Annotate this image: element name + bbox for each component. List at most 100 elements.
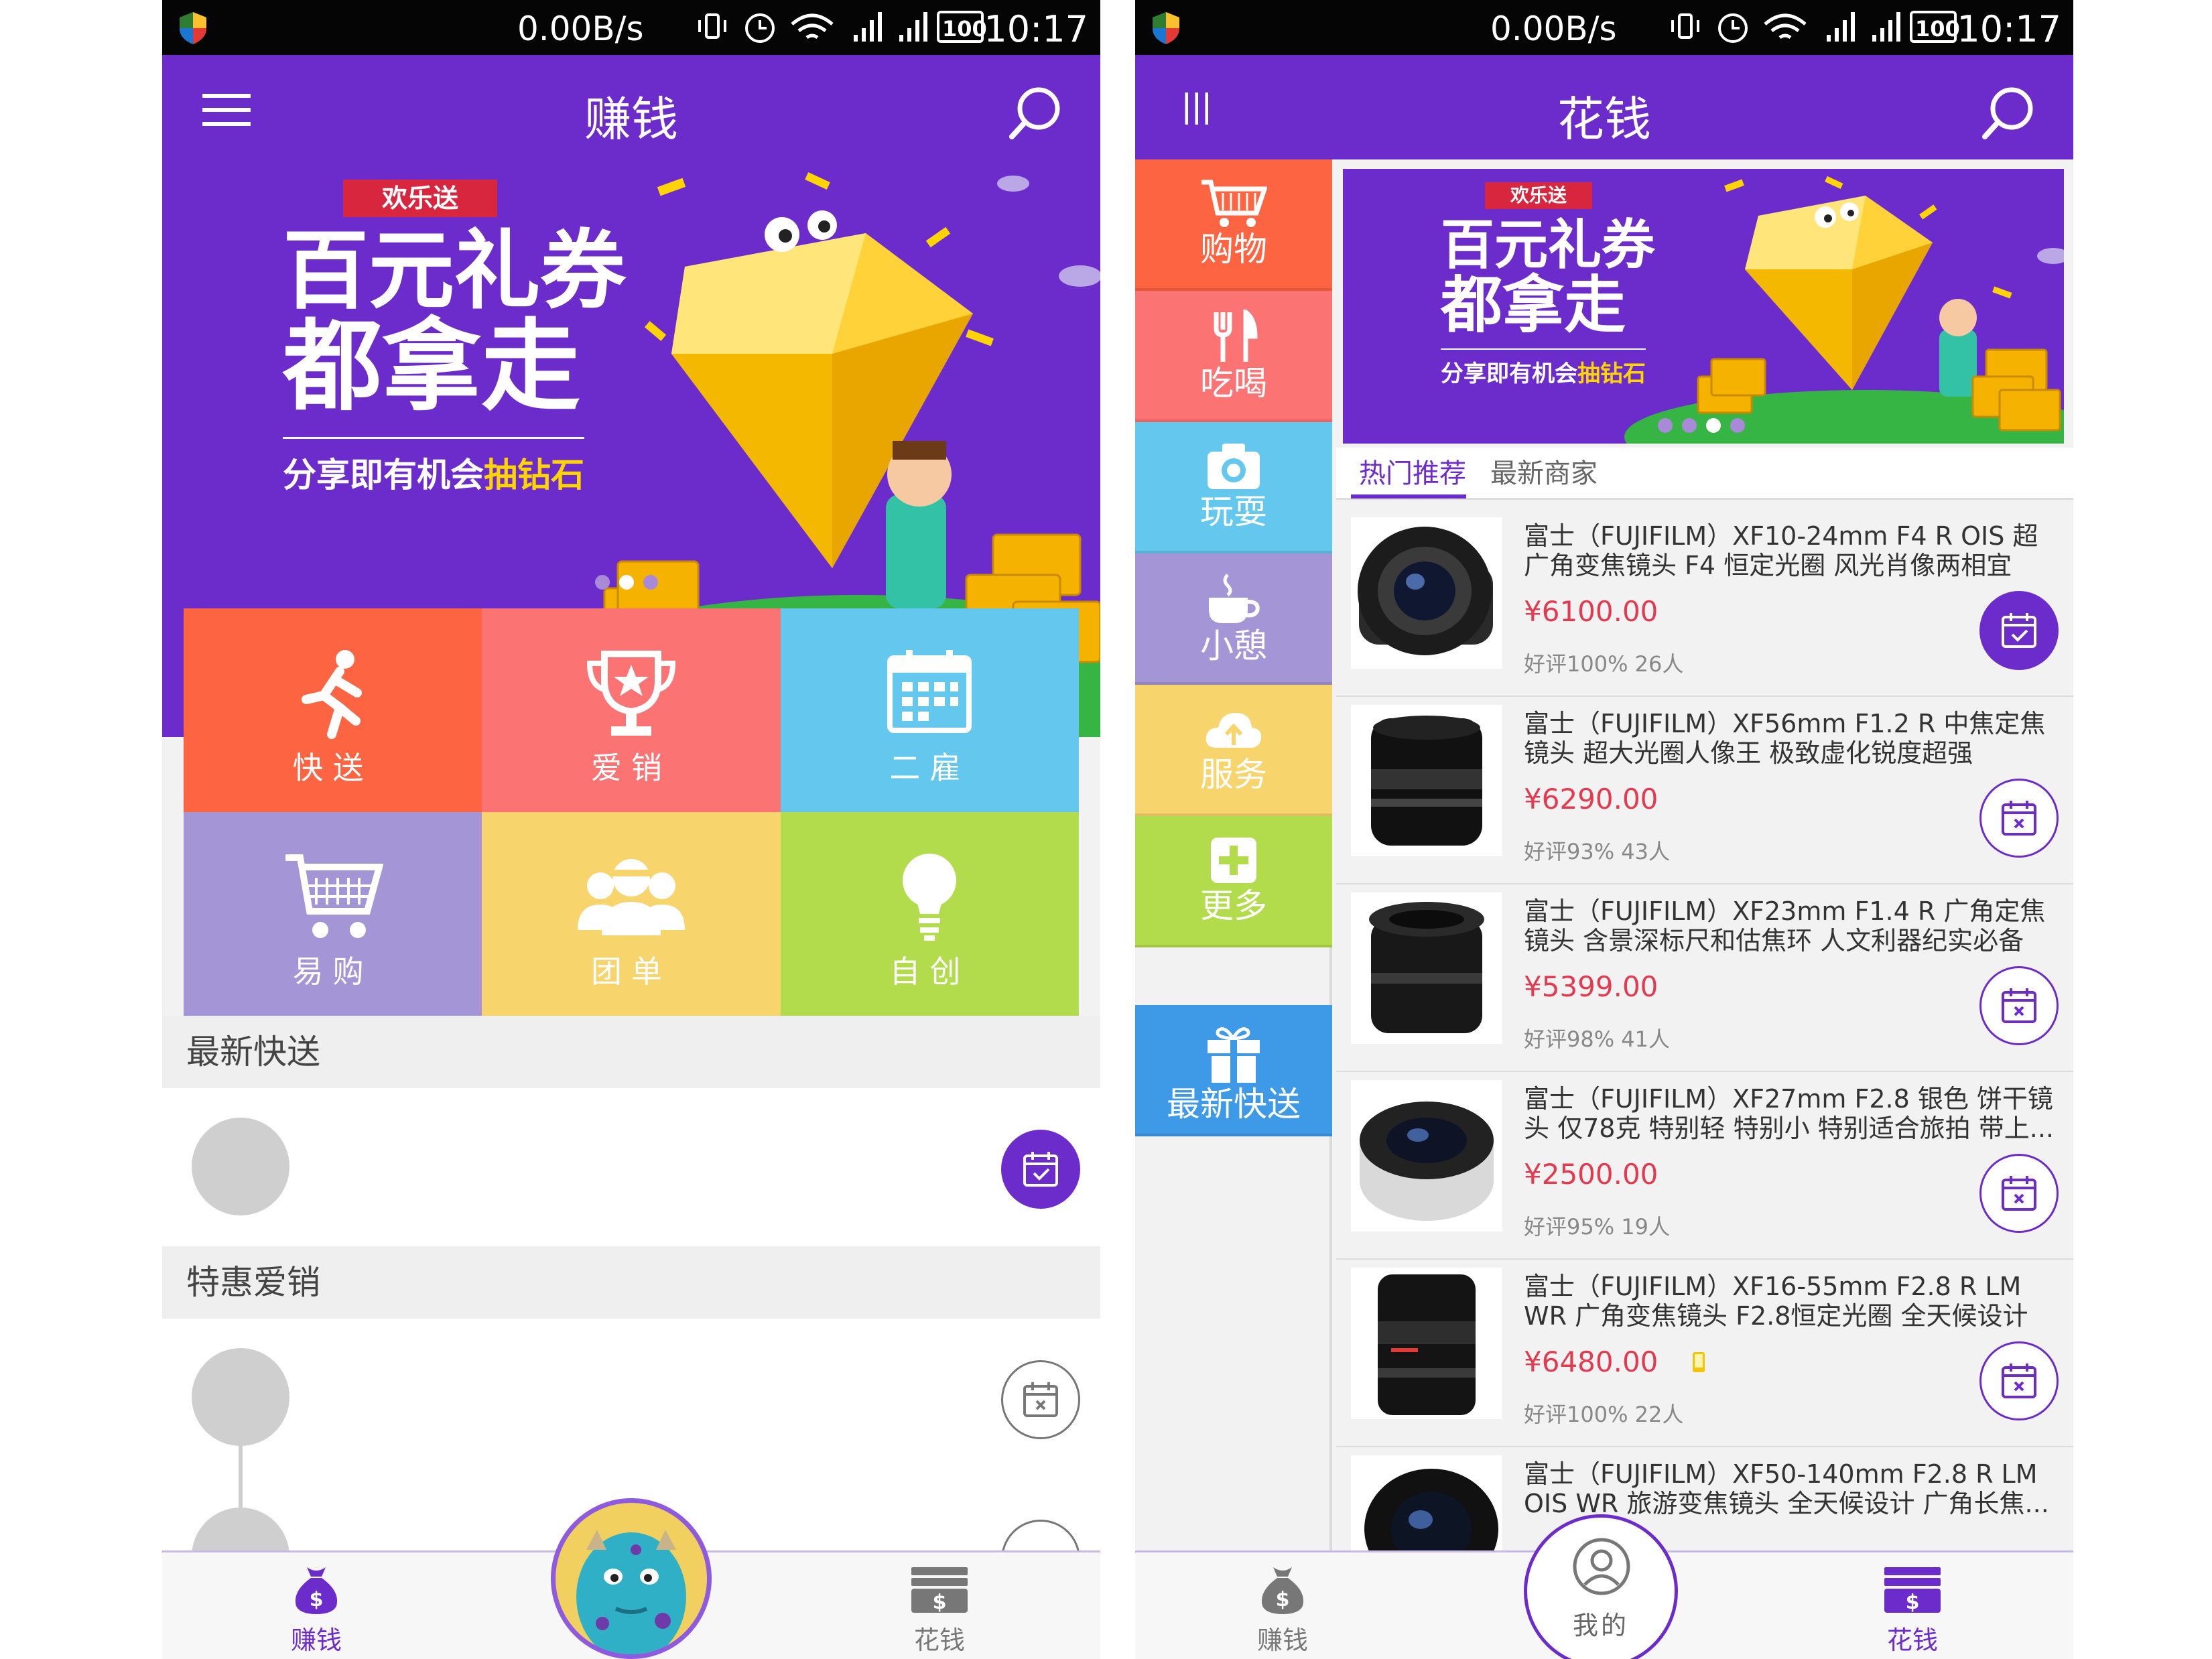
mobile-phone-icon (1693, 1352, 1705, 1372)
pager-dot[interactable] (643, 575, 658, 590)
product-name: 富士（FUJIFILM）XF16-55mm F2.8 R LM WR 广角变焦镜… (1524, 1272, 2028, 1331)
search-icon[interactable] (1006, 84, 1063, 141)
book-button[interactable] (1979, 779, 2059, 858)
product-card[interactable]: 富士（FUJIFILM）XF16-55mm F2.8 R LM WR 广角变焦镜… (1336, 1260, 2073, 1447)
product-rating: 好评95% 19人 (1524, 1214, 1671, 1240)
tile-easy-buy[interactable]: 易购 (184, 812, 482, 1016)
avatar (192, 1118, 289, 1215)
category-more[interactable]: 更多 (1135, 816, 1332, 947)
lightbulb-icon (903, 854, 957, 941)
tile-create[interactable]: 自创 (780, 812, 1079, 1016)
banner-subline: 分享即有机会抽钻石 (1441, 348, 1646, 388)
battery-level: 100 (1915, 16, 1960, 42)
profile-avatar[interactable] (551, 1498, 712, 1659)
category-food[interactable]: 吃喝 (1135, 291, 1332, 422)
calendar-x-icon (2002, 801, 2036, 836)
tile-express[interactable]: 快送 (184, 608, 482, 812)
product-card[interactable]: 富士（FUJIFILM）XF23mm F1.4 R 广角定焦镜头 含景深标尺和估… (1336, 884, 2073, 1072)
book-button[interactable] (1979, 1341, 2059, 1420)
nav-earn[interactable]: $ 赚钱 (1216, 1565, 1350, 1656)
tile-group-deal[interactable]: 团单 (482, 812, 781, 1016)
calendar-x-icon (2002, 1176, 2036, 1211)
nav-earn[interactable]: $ 赚钱 (249, 1565, 383, 1656)
security-shield-icon (180, 12, 206, 44)
lens-image-icon (1358, 527, 1493, 655)
nav-me-button[interactable]: 我的 (1524, 1514, 1678, 1659)
status-bar: 0.00B/s 100 10:17 (162, 0, 1100, 55)
banner-ribbon: 欢乐送 (343, 180, 497, 217)
calendar-x-icon (2002, 988, 2036, 1023)
pager-dot-active[interactable] (1706, 418, 1721, 433)
category-play[interactable]: 玩耍 (1135, 422, 1332, 553)
category-rest[interactable]: 小憩 (1135, 553, 1332, 685)
pager-dot[interactable] (1682, 418, 1697, 433)
status-bar: 0.00B/s 100 10:17 (1135, 0, 2073, 55)
pager-dot-active[interactable] (619, 575, 634, 590)
nav-spend[interactable]: $ 花钱 (872, 1565, 1006, 1656)
product-name: 富士（FUJIFILM）XF10-24mm F4 R OIS 超广角变焦镜头 F… (1524, 521, 2038, 580)
category-service[interactable]: 服务 (1135, 685, 1332, 816)
product-price: ¥2500.00 (1524, 1158, 1658, 1191)
product-image (1351, 517, 1502, 669)
product-rating: 好评100% 26人 (1524, 651, 1684, 677)
category-label: 玩耍 (1200, 492, 1267, 531)
latest-express-button[interactable]: 最新快送 (1135, 1005, 1332, 1136)
feature-grid: 快送 爱销 二雇 易购 团单 自创 (184, 608, 1079, 1016)
product-rating: 好评100% 22人 (1524, 1402, 1684, 1427)
tile-label: 团单 (590, 953, 671, 990)
money-bag-icon: $ (295, 1567, 338, 1614)
battery-level: 100 (942, 16, 987, 42)
express-feed-row[interactable] (162, 1088, 1100, 1246)
tile-label: 自创 (889, 953, 970, 990)
book-button[interactable] (1979, 966, 2059, 1045)
book-button[interactable] (1979, 1154, 2059, 1233)
pager-dot[interactable] (595, 575, 610, 590)
camera-icon (1208, 444, 1260, 489)
user-profile-icon (1573, 1538, 1630, 1595)
promo-banner[interactable]: 欢乐送 百元礼券 都拿走 分享即有机会抽钻石 (1343, 169, 2064, 444)
book-button[interactable] (1979, 591, 2059, 670)
shopping-cart-icon (285, 854, 383, 938)
product-image (1351, 892, 1502, 1044)
tile-sales[interactable]: 爱销 (482, 608, 781, 812)
lens-image-icon (1360, 1102, 1494, 1221)
tile-hire[interactable]: 二雇 (780, 608, 1079, 812)
category-label: 吃喝 (1200, 364, 1267, 403)
calendar-grid-icon (887, 650, 972, 733)
nav-spend[interactable]: $ 花钱 (1845, 1565, 1979, 1656)
product-image (1351, 1080, 1502, 1232)
product-price: ¥6290.00 (1524, 783, 1658, 815)
tile-label: 易购 (292, 953, 373, 990)
decline-button[interactable] (1001, 1360, 1080, 1439)
accept-button[interactable] (1001, 1130, 1080, 1209)
product-rating: 好评93% 43人 (1524, 839, 1671, 864)
product-card[interactable]: 富士（FUJIFILM）XF27mm F2.8 银色 饼干镜头 仅78克 特别轻… (1336, 1072, 2073, 1260)
earn-screen: 0.00B/s 100 10:17 赚钱 欢乐送 百元礼券 都拿走 分享即有机会… (162, 0, 1100, 1659)
banner-subline-highlight: 抽钻石 (484, 456, 584, 494)
banner-subline-prefix: 分享即有机会 (283, 456, 484, 494)
product-price: ¥6100.00 (1524, 595, 1658, 628)
trophy-icon (586, 651, 675, 736)
section-header-sales: 特惠爱销 (162, 1246, 1100, 1319)
pager-dot[interactable] (1658, 418, 1673, 433)
tile-label: 爱销 (590, 750, 671, 786)
banner-pager[interactable] (1658, 418, 1745, 433)
svg-text:$: $ (1906, 1591, 1920, 1614)
nav-spend-label: 花钱 (1886, 1625, 1938, 1655)
category-shopping[interactable]: 购物 (1135, 159, 1332, 291)
tab-hot[interactable]: 热门推荐 (1359, 452, 1466, 490)
banner-pager[interactable] (595, 575, 658, 590)
banner-headline-2: 都拿走 (283, 309, 580, 424)
money-stack-icon: $ (1884, 1567, 1941, 1614)
category-label: 更多 (1200, 886, 1267, 925)
banner-headline-2: 都拿走 (1441, 269, 1626, 341)
pager-dot[interactable] (1730, 418, 1745, 433)
group-icon (577, 859, 685, 935)
fork-knife-icon (1214, 310, 1258, 362)
tab-new-merchants[interactable]: 最新商家 (1490, 452, 1598, 490)
product-card[interactable]: 富士（FUJIFILM）XF10-24mm F4 R OIS 超广角变焦镜头 F… (1336, 509, 2073, 697)
search-icon[interactable] (1979, 84, 2036, 141)
banner-headline-1: 百元礼券 (283, 221, 627, 321)
app-bar: 赚钱 (162, 55, 1100, 159)
product-card[interactable]: 富士（FUJIFILM）XF56mm F1.2 R 中焦定焦镜头 超大光圈人像王… (1336, 697, 2073, 884)
